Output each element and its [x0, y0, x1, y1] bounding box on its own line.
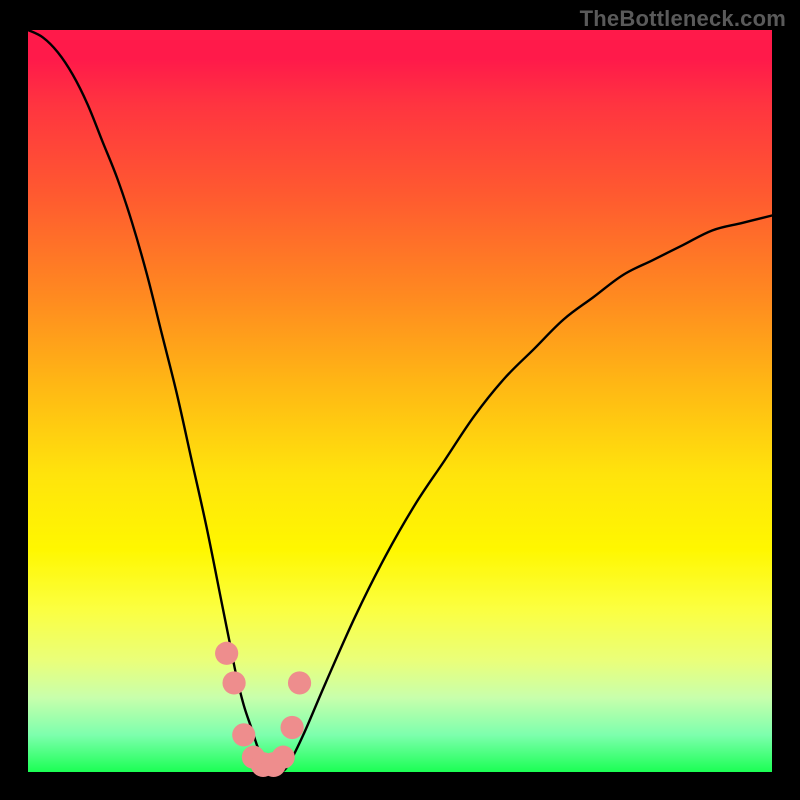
plot-frame — [28, 30, 772, 772]
dot-bottom-5 — [272, 746, 295, 769]
dot-right-upper — [288, 671, 311, 694]
watermark-text: TheBottleneck.com — [580, 6, 786, 32]
dot-left-lower — [222, 671, 245, 694]
plot-svg — [28, 30, 772, 772]
bottleneck-curve — [28, 30, 772, 773]
dot-right-lower — [281, 716, 304, 739]
dot-bottom-1 — [232, 723, 255, 746]
chart-stage: TheBottleneck.com — [0, 0, 800, 800]
marker-group — [215, 642, 311, 777]
dot-left-upper — [215, 642, 238, 665]
